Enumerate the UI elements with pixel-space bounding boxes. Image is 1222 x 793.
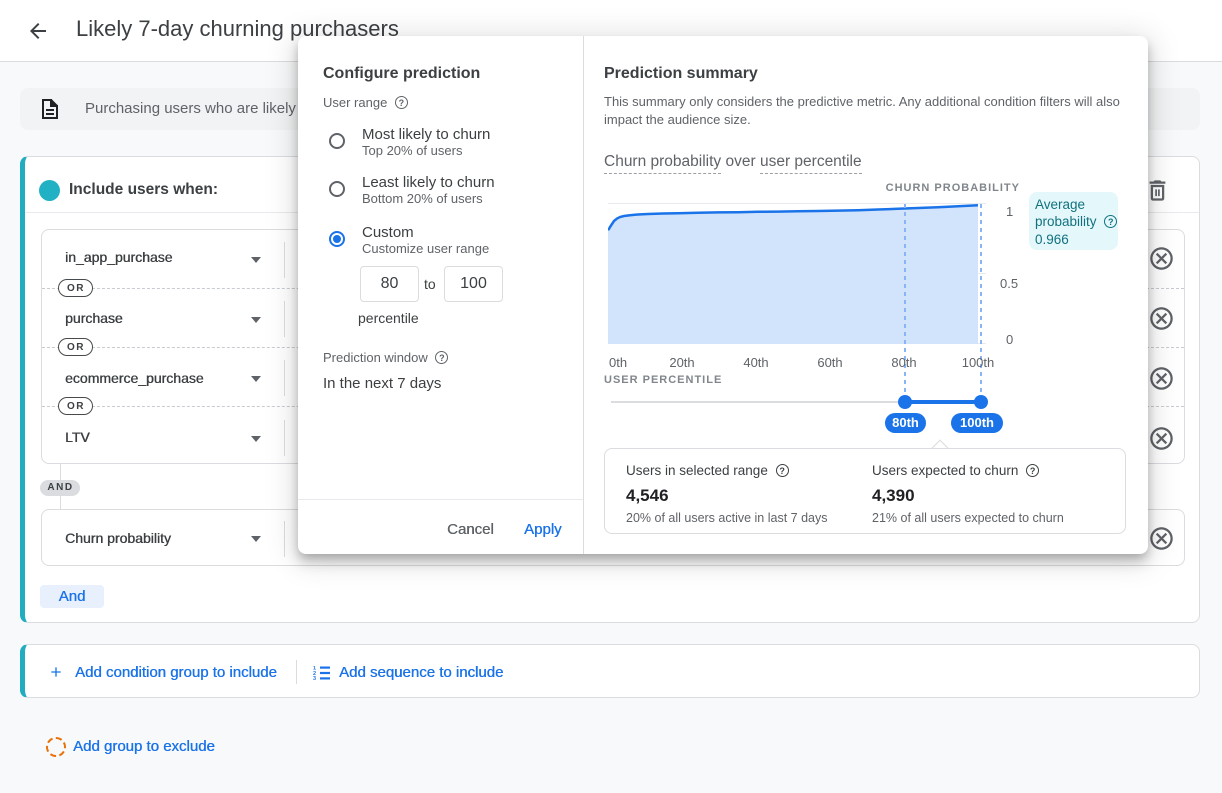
- svg-text:3: 3: [313, 676, 316, 680]
